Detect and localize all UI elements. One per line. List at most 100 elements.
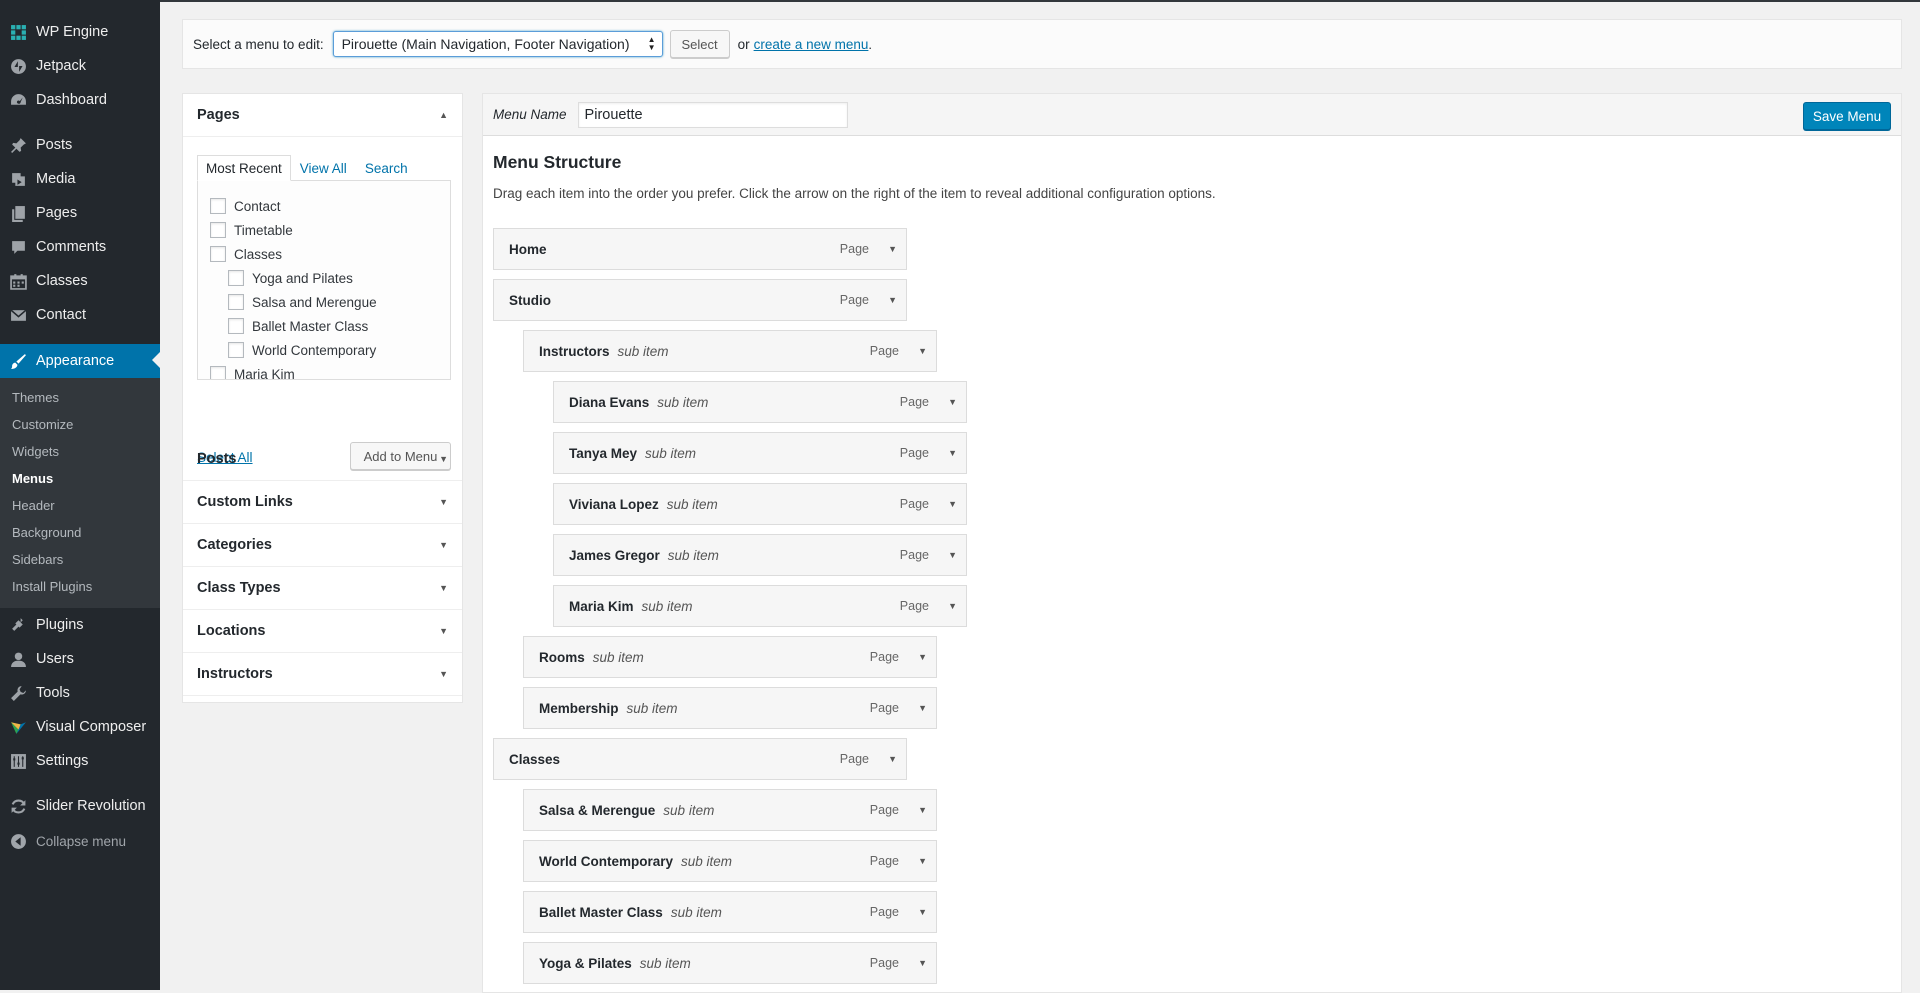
sidebar-item-comments[interactable]: Comments [0, 231, 160, 263]
submenu-item-customize[interactable]: Customize [12, 417, 73, 432]
page-checklist-item[interactable]: World Contemporary [228, 342, 376, 358]
media-icon [0, 163, 36, 195]
page-checklist-item[interactable]: Contact [210, 198, 281, 214]
expand-down-icon[interactable]: ▼ [439, 583, 448, 593]
sidebar-item-classes[interactable]: Classes [0, 265, 160, 297]
expand-down-icon[interactable]: ▼ [439, 669, 448, 679]
accordion-instructors[interactable]: Instructors ▼ [183, 653, 462, 696]
menu-item-bar[interactable]: Tanya Mey sub item Page ▼ [553, 432, 967, 474]
expand-arrow-icon[interactable]: ▼ [888, 244, 897, 254]
submenu-item-background[interactable]: Background [12, 525, 81, 540]
page-checklist-item[interactable]: Ballet Master Class [228, 318, 368, 334]
expand-arrow-icon[interactable]: ▼ [918, 805, 927, 815]
page-checkbox[interactable] [228, 270, 244, 286]
page-checklist-item[interactable]: Yoga and Pilates [228, 270, 353, 286]
menu-item-bar[interactable]: Maria Kim sub item Page ▼ [553, 585, 967, 627]
create-new-menu-link[interactable]: create a new menu [754, 37, 869, 52]
sidebar-item-wp-engine[interactable]: WP Engine [0, 16, 160, 48]
menu-item-bar[interactable]: Membership sub item Page ▼ [523, 687, 937, 729]
menu-item-bar[interactable]: Yoga & Pilates sub item Page ▼ [523, 942, 937, 984]
expand-arrow-icon[interactable]: ▼ [918, 346, 927, 356]
menu-item-bar[interactable]: Diana Evans sub item Page ▼ [553, 381, 967, 423]
tab-most-recent[interactable]: Most Recent [197, 155, 291, 181]
menu-item-bar[interactable]: Classes Page ▼ [493, 738, 907, 780]
top-strip [0, 0, 1920, 2]
refresh-icon [0, 790, 36, 822]
menu-item-bar[interactable]: Instructors sub item Page ▼ [523, 330, 937, 372]
page-checkbox[interactable] [210, 366, 226, 379]
menu-name-input[interactable]: Pirouette [577, 101, 848, 128]
page-checkbox[interactable] [228, 318, 244, 334]
page-checklist-item[interactable]: Salsa and Merengue [228, 294, 377, 310]
expand-arrow-icon[interactable]: ▼ [948, 499, 957, 509]
sidebar-item-appearance[interactable]: Appearance [0, 344, 160, 378]
submenu-item-sidebars[interactable]: Sidebars [12, 552, 63, 567]
expand-down-icon[interactable]: ▼ [439, 626, 448, 636]
save-menu-button[interactable]: Save Menu [1803, 102, 1891, 130]
page-checklist-item[interactable]: Maria Kim [210, 366, 295, 379]
sidebar-item-slider-revolution[interactable]: Slider Revolution [0, 790, 160, 822]
expand-arrow-icon[interactable]: ▼ [948, 601, 957, 611]
collapse-up-icon[interactable]: ▲ [439, 110, 448, 120]
menu-item-title: Maria Kim [569, 598, 634, 614]
page-checkbox[interactable] [210, 222, 226, 238]
sidebar-item-dashboard[interactable]: Dashboard [0, 84, 160, 116]
submenu-item-themes[interactable]: Themes [12, 390, 59, 405]
submenu-item-menus[interactable]: Menus [12, 471, 53, 486]
expand-arrow-icon[interactable]: ▼ [888, 295, 897, 305]
sidebar-item-visual-composer[interactable]: Visual Composer [0, 711, 160, 743]
accordion-categories[interactable]: Categories ▼ [183, 524, 462, 567]
page-checkbox[interactable] [210, 246, 226, 262]
select-button[interactable]: Select [669, 30, 730, 58]
menu-item-bar[interactable]: World Contemporary sub item Page ▼ [523, 840, 937, 882]
expand-down-icon[interactable]: ▼ [439, 540, 448, 550]
menu-item-bar[interactable]: Salsa & Merengue sub item Page ▼ [523, 789, 937, 831]
tab-search[interactable]: Search [356, 155, 417, 181]
accordion-posts[interactable]: Posts ▼ [183, 438, 462, 481]
sidebar-item-posts[interactable]: Posts [0, 129, 160, 161]
accordion-pages-title[interactable]: Pages ▲ [183, 94, 462, 137]
page-checkbox[interactable] [210, 198, 226, 214]
expand-arrow-icon[interactable]: ▼ [948, 448, 957, 458]
menu-item-bar[interactable]: Viviana Lopez sub item Page ▼ [553, 483, 967, 525]
menu-item-bar[interactable]: Rooms sub item Page ▼ [523, 636, 937, 678]
submenu-item-widgets[interactable]: Widgets [12, 444, 59, 459]
tab-view-all[interactable]: View All [291, 155, 356, 181]
sidebar-item-users[interactable]: Users [0, 643, 160, 675]
expand-arrow-icon[interactable]: ▼ [918, 703, 927, 713]
page-checklist-item[interactable]: Classes [210, 246, 282, 262]
sub-item-label: sub item [681, 853, 733, 869]
menu-select-dropdown[interactable]: Pirouette (Main Navigation, Footer Navig… [332, 31, 663, 57]
menu-item-bar[interactable]: Studio Page ▼ [493, 279, 907, 321]
sidebar-item-media[interactable]: Media [0, 163, 160, 195]
menu-item-bar[interactable]: Ballet Master Class sub item Page ▼ [523, 891, 937, 933]
menu-item-bar[interactable]: James Gregor sub item Page ▼ [553, 534, 967, 576]
expand-arrow-icon[interactable]: ▼ [918, 856, 927, 866]
sidebar-item-jetpack[interactable]: Jetpack [0, 50, 160, 82]
sidebar-item-tools[interactable]: Tools [0, 677, 160, 709]
expand-arrow-icon[interactable]: ▼ [948, 397, 957, 407]
accordion-locations[interactable]: Locations ▼ [183, 610, 462, 653]
expand-arrow-icon[interactable]: ▼ [918, 907, 927, 917]
accordion-custom-links[interactable]: Custom Links ▼ [183, 481, 462, 524]
submenu-item-install-plugins[interactable]: Install Plugins [12, 579, 92, 594]
expand-down-icon[interactable]: ▼ [439, 497, 448, 507]
submenu-item-header[interactable]: Header [12, 498, 55, 513]
sidebar-item-contact[interactable]: Contact [0, 299, 160, 331]
expand-arrow-icon[interactable]: ▼ [888, 754, 897, 764]
page-checkbox[interactable] [228, 294, 244, 310]
page-checkbox[interactable] [228, 342, 244, 358]
page-checklist-item[interactable]: Timetable [210, 222, 293, 238]
sidebar-item-pages[interactable]: Pages [0, 197, 160, 229]
menu-item-bar[interactable]: Home Page ▼ [493, 228, 907, 270]
accordion-class-types[interactable]: Class Types ▼ [183, 567, 462, 610]
menu-header: Menu Name Pirouette Save Menu [483, 94, 1901, 136]
collapse-menu-button[interactable]: Collapse menu [0, 825, 160, 857]
pages-panel: Most Recent View All Search Contact Time… [183, 137, 462, 470]
sidebar-item-plugins[interactable]: Plugins [0, 609, 160, 641]
expand-arrow-icon[interactable]: ▼ [918, 652, 927, 662]
expand-down-icon[interactable]: ▼ [439, 454, 448, 464]
sidebar-item-settings[interactable]: Settings [0, 745, 160, 777]
expand-arrow-icon[interactable]: ▼ [918, 958, 927, 968]
expand-arrow-icon[interactable]: ▼ [948, 550, 957, 560]
